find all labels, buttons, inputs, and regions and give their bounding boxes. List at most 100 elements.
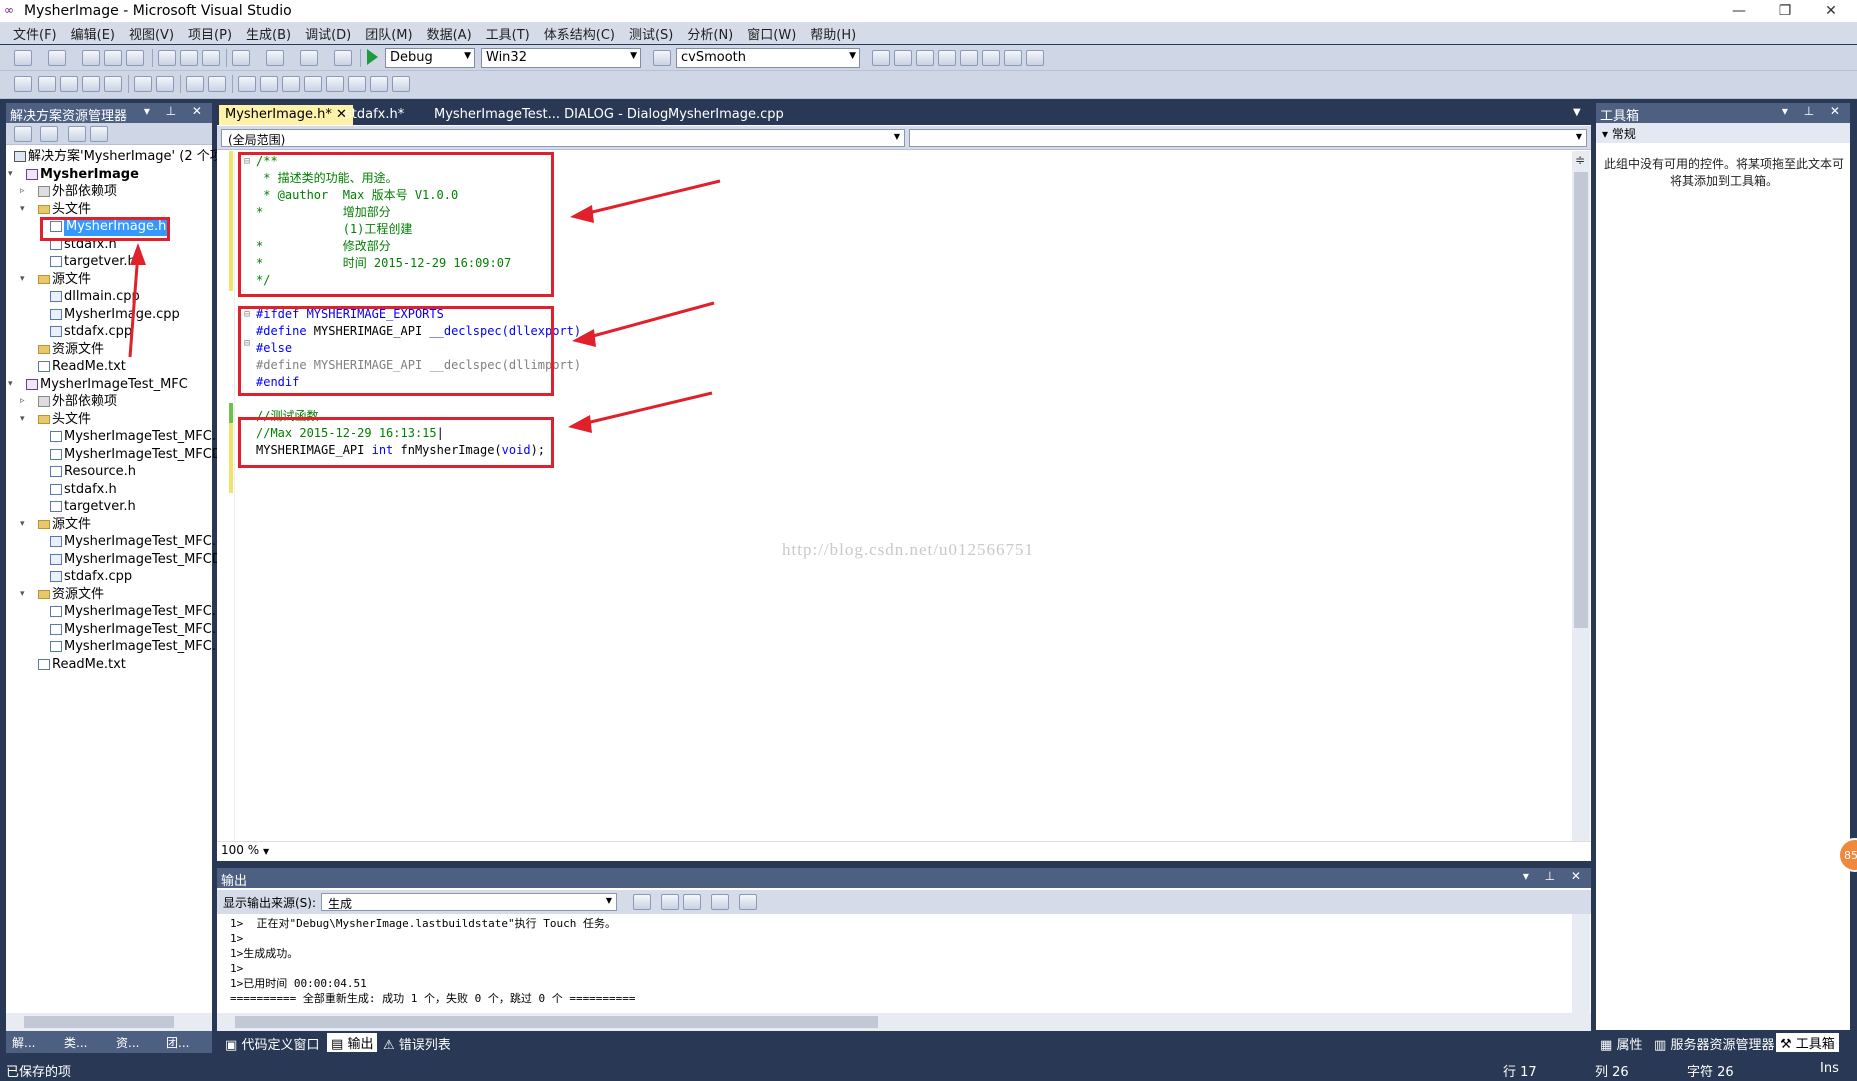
next-bookmark-folder-icon[interactable] — [326, 76, 344, 92]
scope-select[interactable]: (全局范围) ▼ — [221, 129, 905, 147]
tree-item-file[interactable]: stdafx.cpp — [6, 568, 212, 586]
menu-test[interactable]: 测试(S) — [622, 24, 680, 43]
tree-item-file[interactable]: MysherImageTest_MFC.ic — [6, 603, 227, 621]
save-all-icon[interactable] — [126, 50, 144, 66]
tab-stdafx-h[interactable]: stdafx.h* — [339, 105, 410, 125]
toolbox-icon[interactable] — [938, 50, 956, 66]
tree-item-file[interactable]: MysherImageTest_MFC.c — [6, 533, 223, 551]
menu-project[interactable]: 项目(P) — [181, 24, 239, 43]
undo-icon[interactable] — [232, 50, 250, 66]
menu-file[interactable]: 文件(F) — [6, 24, 64, 43]
tree-item-file[interactable]: stdafx.h — [6, 481, 212, 499]
tab-dialog[interactable]: MysherImageTest... DIALOG - Dialog — [428, 105, 674, 125]
menu-window[interactable]: 窗口(W) — [740, 24, 803, 43]
clear-all-icon[interactable] — [711, 894, 729, 910]
tab-properties[interactable]: ▦ 属性 — [1600, 1034, 1642, 1053]
prev-message-icon[interactable] — [661, 894, 679, 910]
tree-item-file[interactable]: targetver.h — [6, 498, 212, 516]
prev-bookmark-doc-icon[interactable] — [348, 76, 366, 92]
tab-code-definition[interactable]: ▣ 代码定义窗口 — [225, 1034, 319, 1053]
output-hscroll-thumb[interactable] — [235, 1016, 878, 1028]
other-windows-icon[interactable] — [1026, 50, 1044, 66]
tree-item-file[interactable]: MysherImageTest_MFC.rc — [6, 638, 228, 656]
class-view-icon[interactable] — [960, 50, 978, 66]
find-combo[interactable]: cvSmooth ▼ — [676, 48, 860, 68]
split-icon[interactable]: ≑ — [1575, 153, 1585, 167]
solution-config-select[interactable]: Debug ▼ — [385, 48, 475, 68]
tab-class-view[interactable]: 类... — [64, 1034, 87, 1051]
find-in-files-icon[interactable] — [653, 50, 671, 66]
solution-explorer-icon[interactable] — [872, 50, 890, 66]
toggle-bookmark-icon[interactable] — [238, 76, 256, 92]
properties-icon[interactable] — [894, 50, 912, 66]
output-vscrollbar[interactable] — [1572, 914, 1590, 1014]
tab-solution-explorer[interactable]: 解... — [12, 1034, 35, 1051]
navigate-backward-icon[interactable] — [300, 50, 318, 66]
prev-bookmark-folder-icon[interactable] — [304, 76, 322, 92]
clear-bookmarks-icon[interactable] — [392, 76, 410, 92]
menu-build[interactable]: 生成(B) — [239, 24, 298, 43]
menu-help[interactable]: 帮助(H) — [803, 24, 863, 43]
editor-vscroll-thumb[interactable] — [1574, 172, 1588, 628]
redo-icon[interactable] — [266, 50, 284, 66]
tab-error-list[interactable]: ⚠ 错误列表 — [383, 1034, 451, 1053]
tab-output[interactable]: ▤ 输出 — [327, 1033, 378, 1052]
complete-word-icon[interactable] — [104, 76, 122, 92]
tab-team-explorer[interactable]: 团... — [166, 1034, 189, 1051]
connect-icon[interactable] — [14, 76, 32, 92]
copy-icon[interactable] — [180, 50, 198, 66]
menu-tools[interactable]: 工具(T) — [479, 24, 537, 43]
tree-item-folder[interactable]: ▾ 源文件 — [6, 516, 212, 534]
tree-item-file[interactable]: ReadMe.txt — [6, 656, 212, 674]
menu-view[interactable]: 视图(V) — [122, 24, 181, 43]
tab-server-explorer[interactable]: ▥ 服务器资源管理器 — [1654, 1034, 1774, 1053]
cut-icon[interactable] — [158, 50, 176, 66]
close-button[interactable]: ✕ — [1808, 0, 1854, 22]
toolbox-group-general[interactable]: ▾ 常规 — [1596, 123, 1850, 143]
start-debugging-icon[interactable] — [367, 49, 378, 65]
panel-pin-close-icons[interactable]: ▾ ⊥ ✕ — [1782, 104, 1846, 118]
solution-explorer-hscrollbar[interactable] — [6, 1013, 212, 1031]
tab-toolbox[interactable]: ⚒ 工具箱 — [1776, 1033, 1839, 1052]
minimize-button[interactable]: — — [1716, 0, 1762, 22]
zoom-select[interactable]: 100 % ▼ — [221, 843, 269, 857]
menu-edit[interactable]: 编辑(E) — [64, 24, 122, 43]
new-project-icon[interactable] — [14, 50, 32, 66]
tree-item-folder[interactable]: ▾ 头文件 — [6, 411, 212, 429]
paste-icon[interactable] — [202, 50, 220, 66]
restore-button[interactable]: ❐ — [1762, 0, 1808, 22]
tab-resource-view[interactable]: 资... — [116, 1034, 139, 1051]
toggle-word-wrap-icon[interactable] — [739, 894, 757, 910]
extension-manager-icon[interactable] — [1004, 50, 1022, 66]
save-icon[interactable] — [104, 50, 122, 66]
tab-mysherimage-h[interactable]: MysherImage.h* ✕ — [219, 105, 353, 125]
quick-info-icon[interactable] — [82, 76, 100, 92]
tree-item-file[interactable]: MysherImageTest_MFC.rc — [6, 621, 228, 639]
navigate-forward-icon[interactable] — [334, 50, 352, 66]
member-select[interactable]: ▼ — [909, 129, 1587, 147]
menu-architecture[interactable]: 体系结构(C) — [537, 24, 622, 43]
chevron-down-icon[interactable]: ▼ — [1573, 107, 1581, 118]
add-item-icon[interactable] — [48, 50, 66, 66]
menu-debug[interactable]: 调试(D) — [298, 24, 358, 43]
object-browser-icon[interactable] — [916, 50, 934, 66]
next-message-icon[interactable] — [683, 894, 701, 910]
find-message-icon[interactable] — [633, 894, 651, 910]
tree-item-folder[interactable]: ▾ 资源文件 — [6, 586, 212, 604]
member-list-icon[interactable] — [38, 76, 56, 92]
panel-pin-close-icons[interactable]: ▾ ⊥ ✕ — [1523, 869, 1587, 883]
increase-indent-icon[interactable] — [156, 76, 174, 92]
tree-item-file[interactable]: MysherImageTest_MFCD — [6, 551, 222, 569]
next-bookmark-icon[interactable] — [282, 76, 300, 92]
comment-out-icon[interactable] — [186, 76, 204, 92]
decrease-indent-icon[interactable] — [134, 76, 152, 92]
server-explorer-icon[interactable] — [982, 50, 1000, 66]
menu-team[interactable]: 团队(M) — [358, 24, 419, 43]
menu-data[interactable]: 数据(A) — [420, 24, 479, 43]
open-file-icon[interactable] — [82, 50, 100, 66]
tree-item-file[interactable]: Resource.h — [6, 463, 212, 481]
tree-item-file[interactable]: MysherImageTest_MFC.h — [6, 428, 224, 446]
output-source-select[interactable]: 生成 ▼ — [321, 893, 617, 911]
parameter-info-icon[interactable] — [60, 76, 78, 92]
menu-analyze[interactable]: 分析(N) — [680, 24, 740, 43]
